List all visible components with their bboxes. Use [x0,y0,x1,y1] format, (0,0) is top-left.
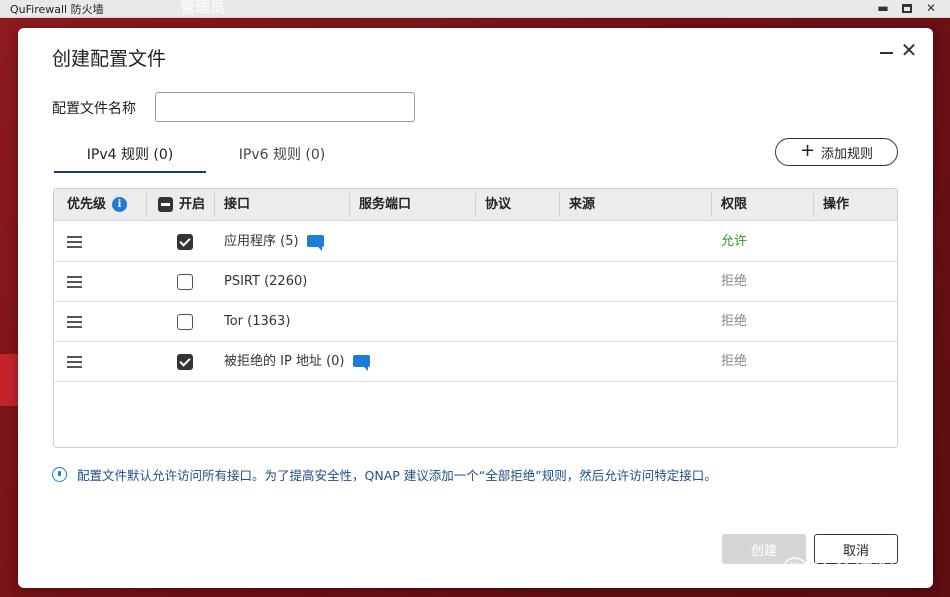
info-icon[interactable]: i [112,197,128,212]
row-enable-checkbox[interactable] [177,314,193,330]
drag-handle-icon[interactable] [67,316,82,328]
notice-text: 配置文件默认允许访问所有接口。为了提高安全性，QNAP 建议添加一个“全部拒绝”… [77,468,717,483]
column-protocol: 协议 [485,197,512,212]
watermark: 值什么值得买 [782,552,917,583]
row-permission: 拒绝 [721,314,748,329]
column-action: 操作 [823,197,850,212]
drag-handle-icon[interactable] [67,236,82,248]
row-permission: 允许 [721,234,748,249]
profile-name-input[interactable] [155,92,415,122]
row-permission: 拒绝 [721,274,748,289]
table-row: PSIRT (2260) 拒绝 [54,262,897,302]
add-rule-button[interactable]: + 添加规则 [775,138,898,166]
row-permission: 拒绝 [721,354,748,369]
lightbulb-icon [52,467,67,482]
row-interface: PSIRT (2260) [224,262,307,302]
select-all-checkbox[interactable] [158,197,173,212]
default-access-notice: 配置文件默认允许访问所有接口。为了提高安全性，QNAP 建议添加一个“全部拒绝”… [52,465,717,484]
tab-ipv4-rules[interactable]: IPv4 规则 (0) [54,144,206,173]
table-header: 优先级 i 开启 接口 服务端口 协议 来源 权限 操作 [54,189,897,221]
row-interface-label: 被拒绝的 IP 地址 (0) [224,354,345,369]
row-enable-checkbox[interactable] [177,354,193,370]
column-source: 来源 [569,197,596,212]
window-titlebar: QuFirewall 防火墙 管理员 ▬ ✕ [0,0,950,18]
row-interface-label: PSIRT (2260) [224,274,308,289]
tab-ipv6-rules[interactable]: IPv6 规则 (0) [208,144,356,172]
row-enable-checkbox[interactable] [177,274,193,290]
column-priority: 优先级 i [57,189,128,221]
background-accent-stripe [0,354,18,406]
rules-table: 优先级 i 开启 接口 服务端口 协议 来源 权限 操作 应用程序 (5) 允许 [53,188,898,448]
maximize-icon [902,3,912,13]
dialog-title: 创建配置文件 [52,48,167,70]
comment-icon[interactable] [352,350,370,390]
dialog-minimize-button[interactable] [880,52,893,54]
column-enabled-label: 开启 [179,197,206,212]
column-interface: 接口 [224,197,251,212]
column-enabled: 开启 [148,189,205,221]
drag-handle-icon[interactable] [67,276,82,288]
create-profile-dialog: 创建配置文件 ✕ 配置文件名称 IPv4 规则 (0) IPv6 规则 (0) … [18,28,933,588]
watermark-logo-icon: 值 [782,556,808,583]
comment-icon[interactable] [306,230,324,270]
app-title: QuFirewall 防火墙 [10,3,104,16]
window-maximize-button[interactable] [900,1,914,15]
column-service-port: 服务端口 [359,197,412,212]
row-interface: 应用程序 (5) [224,222,324,270]
plus-icon: + [799,140,816,161]
dialog-close-button[interactable]: ✕ [900,40,918,62]
row-interface-label: 应用程序 (5) [224,234,299,249]
background-window-title: 管理员 [180,0,226,16]
column-permission: 权限 [721,197,748,212]
row-interface-label: Tor (1363) [224,314,291,329]
window-minimize-button[interactable]: ▬ [876,1,890,15]
row-enable-checkbox[interactable] [177,234,193,250]
watermark-text: 什么值得买 [812,556,917,580]
table-row: 应用程序 (5) 允许 [54,222,897,270]
window-close-button[interactable]: ✕ [924,1,938,15]
table-row: 被拒绝的 IP 地址 (0) 拒绝 [54,342,897,390]
drag-handle-icon[interactable] [67,356,82,368]
row-interface: Tor (1363) [224,302,290,342]
column-priority-label: 优先级 [67,197,107,212]
table-row: Tor (1363) 拒绝 [54,302,897,342]
profile-name-label: 配置文件名称 [52,101,136,117]
add-rule-label: 添加规则 [821,146,874,162]
row-interface: 被拒绝的 IP 地址 (0) [224,342,370,390]
